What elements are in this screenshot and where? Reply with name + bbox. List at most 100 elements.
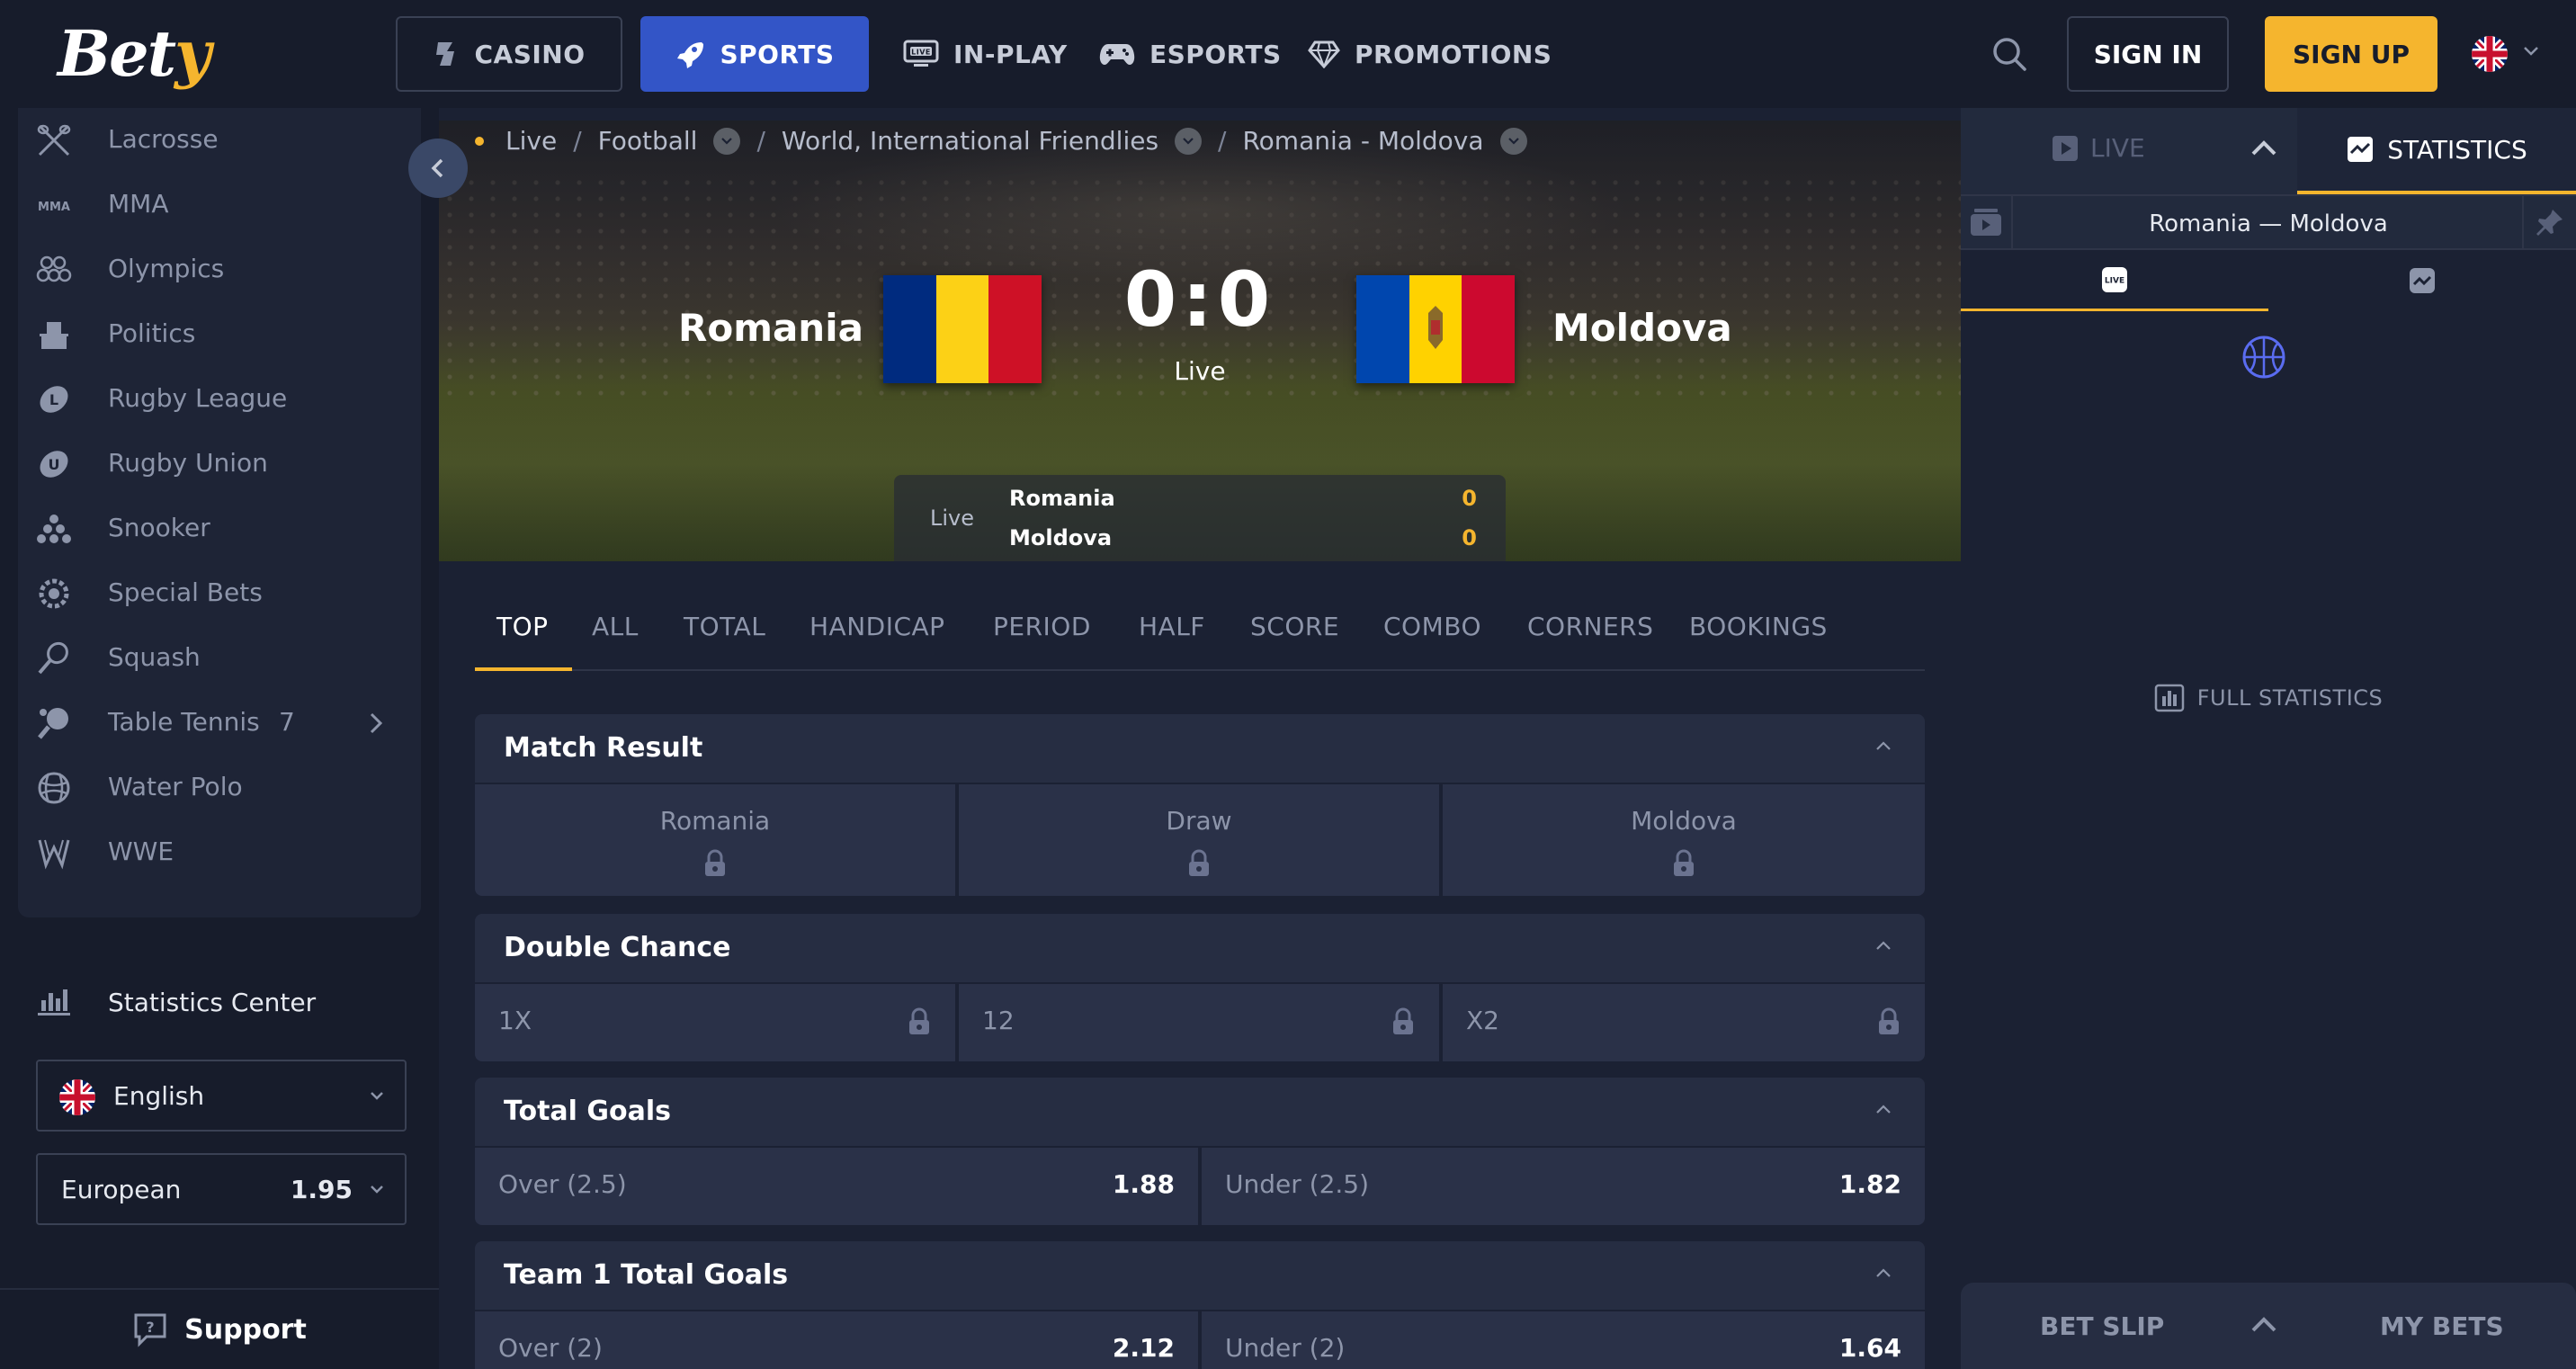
nav-casino-button[interactable]: CASINO: [396, 16, 622, 92]
collapse-sidebar-button[interactable]: [408, 139, 468, 198]
tab-all[interactable]: ALL: [592, 612, 639, 641]
sidebar-item-squash[interactable]: Squash: [18, 626, 421, 691]
search-icon[interactable]: [1991, 36, 2027, 72]
outcome-romania[interactable]: Romania: [475, 784, 955, 896]
language-select[interactable]: English: [36, 1060, 407, 1132]
play-icon: [2053, 135, 2078, 161]
outcome-odds: 1.82: [1838, 1169, 1901, 1199]
sign-up-button[interactable]: SIGN UP: [2265, 16, 2437, 92]
chevron-up-icon[interactable]: [2249, 137, 2279, 158]
live-tab-label: LIVE: [2090, 133, 2145, 163]
svg-text:U: U: [49, 456, 60, 473]
statistics-center-link[interactable]: Statistics Center: [18, 975, 421, 1029]
odds-format-select[interactable]: European 1.95: [36, 1153, 407, 1225]
tab-total[interactable]: TOTAL: [684, 612, 765, 641]
sidebar-item-rugby-league[interactable]: L Rugby League: [18, 367, 421, 432]
tab-corners[interactable]: CORNERS: [1527, 612, 1653, 641]
sidebar-item-rugby-union[interactable]: U Rugby Union: [18, 432, 421, 497]
tab-bookings[interactable]: BOOKINGS: [1689, 612, 1828, 641]
chevron-down-icon[interactable]: [1499, 127, 1527, 155]
breadcrumb-match[interactable]: Romania - Moldova: [1242, 126, 1483, 156]
sidebar-item-table-tennis[interactable]: Table Tennis 7: [18, 691, 421, 756]
outcome-draw[interactable]: Draw: [959, 784, 1439, 896]
sidebar-item-snooker[interactable]: Snooker: [18, 497, 421, 561]
market-title: Team 1 Total Goals: [504, 1259, 789, 1291]
match-score: 0:0: [1105, 255, 1295, 344]
nav-sports-label: SPORTS: [720, 39, 835, 69]
uk-flag-icon[interactable]: [2472, 36, 2508, 72]
market-header[interactable]: Double Chance: [475, 914, 1925, 982]
nav-sports-button[interactable]: SPORTS: [640, 16, 869, 92]
nav-esports-button[interactable]: ESPORTS: [1099, 16, 1282, 92]
outcome-under-2-5[interactable]: Under (2.5) 1.82: [1202, 1148, 1925, 1225]
breadcrumb-separator: /: [756, 126, 765, 156]
chevron-up-icon[interactable]: [2249, 1313, 2279, 1335]
breadcrumb-separator: /: [573, 126, 582, 156]
live-tv-icon: LIVE: [903, 40, 939, 67]
diamond-icon: [1308, 40, 1340, 68]
sidebar-item-lacrosse[interactable]: Lacrosse: [18, 108, 421, 173]
politics-icon: [40, 322, 68, 349]
pin-toggle[interactable]: [2522, 196, 2576, 248]
language-chevron-down-icon[interactable]: [2522, 45, 2540, 58]
match-status: Live: [1174, 356, 1226, 386]
outcome-1x[interactable]: 1X: [475, 984, 955, 1061]
sidebar-item-politics[interactable]: Politics: [18, 302, 421, 367]
outcome-moldova[interactable]: Moldova: [1443, 784, 1925, 896]
tab-period[interactable]: PERIOD: [993, 612, 1091, 641]
nav-promotions-button[interactable]: PROMOTIONS: [1308, 16, 1552, 92]
sidebar-item-olympics[interactable]: Olympics: [18, 237, 421, 302]
nav-inplay-button[interactable]: LIVE IN-PLAY: [903, 16, 1068, 92]
support-button[interactable]: ? Support: [0, 1288, 439, 1369]
full-statistics-link[interactable]: FULL STATISTICS: [1961, 684, 2576, 712]
outcome-12[interactable]: 12: [959, 984, 1439, 1061]
sidebar-item-label: WWE: [108, 837, 174, 866]
support-chat-icon: ?: [134, 1313, 166, 1347]
live-stream-tab[interactable]: LIVE: [2051, 133, 2145, 163]
language-value: English: [113, 1081, 205, 1111]
score-separator: :: [1182, 255, 1218, 344]
market-team1-total-goals: Team 1 Total Goals Over (2) 2.12 Under (…: [475, 1241, 1925, 1369]
breadcrumb-live[interactable]: Live: [505, 126, 557, 156]
sidebar-item-special-bets[interactable]: Special Bets: [18, 561, 421, 626]
my-bets-tab[interactable]: MY BETS: [2380, 1311, 2504, 1341]
sidebar-item-label: Water Polo: [108, 772, 243, 801]
market-header[interactable]: Team 1 Total Goals: [475, 1241, 1925, 1310]
tab-half[interactable]: HALF: [1139, 612, 1205, 641]
bety-logo[interactable]: Bety: [58, 16, 211, 92]
breadcrumb-football[interactable]: Football: [598, 126, 698, 156]
outcome-over-2-5[interactable]: Over (2.5) 1.88: [475, 1148, 1198, 1225]
tab-top[interactable]: TOP: [496, 612, 549, 641]
subtab-live[interactable]: LIVE: [1961, 250, 2268, 311]
chevron-right-icon[interactable]: [367, 709, 385, 738]
outcome-over-2[interactable]: Over (2) 2.12: [475, 1311, 1198, 1369]
market-header[interactable]: Total Goals: [475, 1078, 1925, 1146]
outcome-x2[interactable]: X2: [1443, 984, 1925, 1061]
sidebar-item-wwe[interactable]: WWE: [18, 820, 421, 885]
scoreboard-home-score: 0: [1462, 486, 1477, 511]
sign-in-button[interactable]: SIGN IN: [2067, 16, 2229, 92]
subtab-chart[interactable]: [2268, 250, 2576, 311]
sidebar-item-label: Rugby League: [108, 383, 288, 413]
market-title: Total Goals: [504, 1096, 672, 1127]
tab-handicap[interactable]: HANDICAP: [809, 612, 945, 641]
sidebar-item-mma[interactable]: MMA MMA: [18, 173, 421, 237]
chevron-down-icon[interactable]: [1175, 127, 1203, 155]
outcome-label: 12: [982, 1006, 1015, 1035]
market-header[interactable]: Match Result: [475, 714, 1925, 783]
sidebar-item-label: Snooker: [108, 513, 210, 542]
tab-score[interactable]: SCORE: [1250, 612, 1339, 641]
main-content: Live / Football / World, International F…: [439, 108, 1961, 1369]
market-match-result: Match Result Romania Draw Moldova: [475, 714, 1925, 896]
chevron-down-icon[interactable]: [713, 127, 741, 155]
breadcrumb-league[interactable]: World, International Friendlies: [782, 126, 1158, 156]
sidebar-item-water-polo[interactable]: Water Polo: [18, 756, 421, 820]
svg-text:L: L: [49, 391, 58, 408]
home-score: 0: [1123, 255, 1183, 344]
bet-slip-tab[interactable]: BET SLIP: [2040, 1311, 2164, 1341]
statistics-tab[interactable]: STATISTICS: [2297, 108, 2576, 194]
statistics-icon: [2348, 137, 2374, 162]
full-statistics-label: FULL STATISTICS: [2196, 685, 2384, 711]
tab-combo[interactable]: COMBO: [1383, 612, 1481, 641]
outcome-under-2[interactable]: Under (2) 1.64: [1202, 1311, 1925, 1369]
